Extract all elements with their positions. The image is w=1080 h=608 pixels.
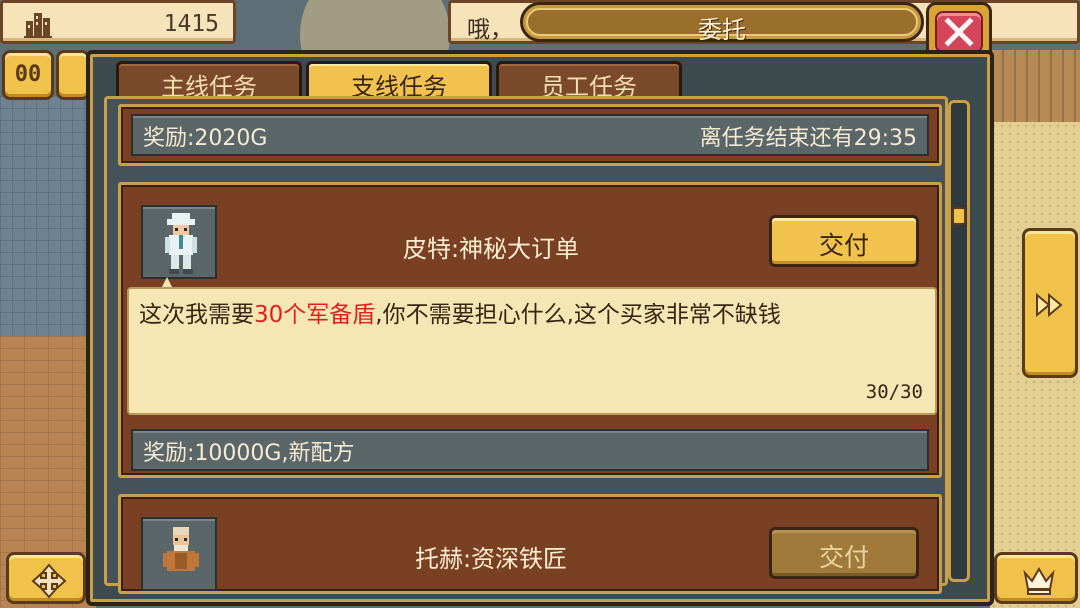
building-icon [24,13,52,38]
quest-dialogue: 这次我需要30个军备盾,你不需要担心什么,这个买家非常不缺钱 30/30 [127,287,937,415]
tab-staff-quests[interactable]: 员工任务 [496,61,682,101]
dialogue-text-end: ,你不需要担心什么,这个买家非常不缺钱 [375,302,781,328]
move-button[interactable] [6,552,86,604]
stone-wall [0,96,96,336]
quest-card: 奖励:2020G 离任务结束还有29:35 [118,104,942,166]
quest-list-scrollbar[interactable] [948,100,970,582]
quest-title: 托赫:资深铁匠 [414,545,568,573]
tab-main-quests[interactable]: 主线任务 [116,61,302,101]
reward-text: 奖励:10000G,新配方 [143,441,355,466]
money-value: 1415 [163,11,219,37]
fast-forward-icon [1036,292,1063,318]
dpad-icon [31,563,67,599]
settings-button[interactable] [56,50,90,100]
money-panel: 1415 [0,0,236,44]
deliver-button[interactable]: 交付 [769,215,919,267]
window-title: 委托 [698,16,746,44]
reward-bar: 奖励:2020G 离任务结束还有29:35 [131,114,929,156]
reward-text: 奖励:2020G [143,126,268,151]
scroll-thumb[interactable] [952,207,966,225]
required-item: 30个军备盾 [254,302,376,328]
wooden-fence [990,50,1080,122]
npc-portrait-pete [141,205,217,279]
quest-progress: 30/30 [865,381,923,403]
quest-card: 托赫:资深铁匠 交付 [118,494,942,594]
quest-card: 皮特:神秘大订单 交付 这次我需要30个军备盾,你不需要担心什么,这个买家非常不… [118,182,942,478]
window-title-banner: 委托 [520,2,924,44]
crown-button[interactable] [994,552,1078,604]
tab-side-quests[interactable]: 支线任务 [306,61,492,101]
deliver-button[interactable]: 交付 [769,527,919,579]
reward-bar: 奖励:10000G,新配方 [131,429,929,471]
fast-forward-button[interactable] [1022,228,1078,378]
toh-avatar-icon [163,527,199,571]
npc-portrait-toh [141,517,217,591]
close-x-icon [944,17,974,47]
quest-title: 皮特:神秘大订单 [402,235,580,263]
crown-icon [1023,567,1055,595]
pete-avatar-icon [165,213,197,274]
dialogue-text-start: 这次我需要 [139,302,254,328]
dialogue-text: 这次我需要30个军备盾,你不需要担心什么,这个买家非常不缺钱 [139,295,781,329]
time-remaining: 离任务结束还有29:35 [699,126,917,151]
message-text: 哦， [467,17,513,43]
pause-label: 00 [14,62,42,87]
pause-button[interactable]: 00 [2,50,54,100]
